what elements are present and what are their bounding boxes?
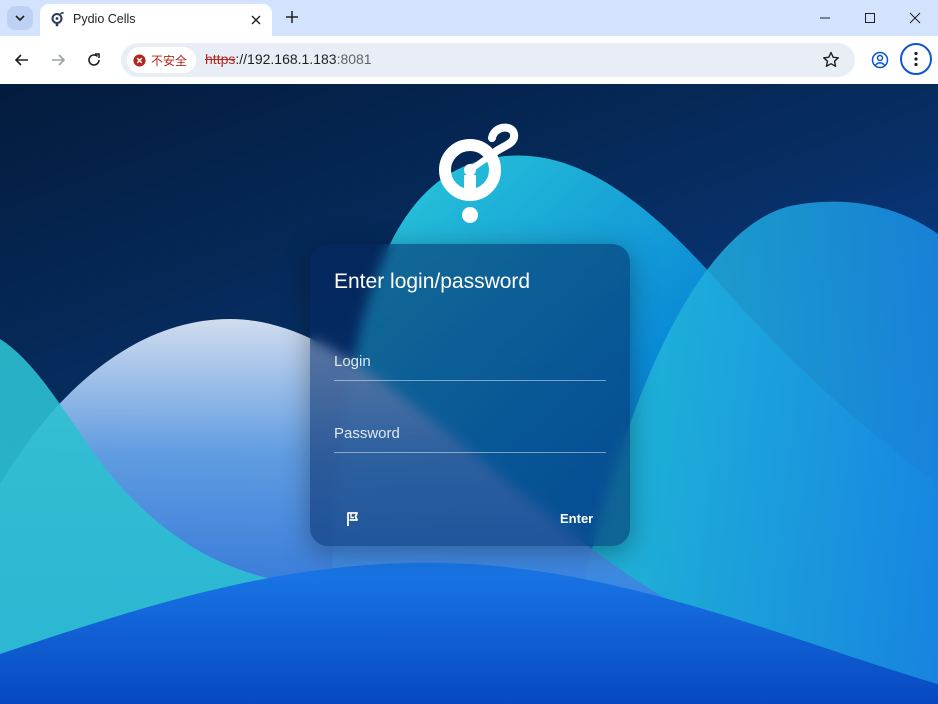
login-field [334, 342, 606, 382]
password-input[interactable] [334, 414, 606, 452]
reload-button[interactable] [82, 48, 106, 72]
language-button[interactable] [342, 508, 364, 530]
reload-icon [88, 53, 100, 66]
login-input[interactable] [334, 342, 606, 380]
arrow-left-icon [14, 54, 28, 66]
more-vertical-icon [914, 51, 918, 67]
login-underline [334, 380, 606, 381]
star-icon[interactable] [821, 50, 841, 70]
security-label: 不安全 [151, 53, 188, 68]
login-page: Enter login/password Enter [0, 84, 938, 704]
browser-tab[interactable]: Pydio Cells [40, 4, 272, 36]
close-window-button[interactable] [903, 6, 927, 30]
security-chip[interactable]: 不安全 [127, 47, 197, 73]
arrow-right-icon [52, 54, 66, 66]
warning-icon [133, 53, 146, 67]
login-title: Enter login/password [334, 270, 531, 293]
pydio-logo-icon [51, 12, 65, 27]
minimize-icon [820, 17, 830, 19]
chevron-down-icon [15, 15, 25, 22]
plus-icon[interactable] [283, 8, 301, 26]
maximize-button[interactable] [858, 6, 882, 30]
password-field [334, 414, 606, 454]
url-port: :8081 [336, 51, 372, 67]
browser-menu-button[interactable] [900, 43, 932, 75]
url-host: ://192.168.1.183 [235, 51, 337, 67]
flag-icon [347, 512, 358, 526]
password-underline [334, 452, 606, 453]
close-icon [909, 12, 921, 24]
tab-title: Pydio Cells [73, 12, 136, 26]
profile-button[interactable] [868, 48, 892, 72]
maximize-icon [865, 13, 875, 23]
pydio-logo-icon [439, 123, 519, 223]
tab-strip: Pydio Cells [0, 0, 938, 36]
address-bar[interactable]: 不安全 https://192.168.1.183:8081 [121, 43, 855, 77]
back-button[interactable] [10, 48, 34, 72]
minimize-button[interactable] [813, 6, 837, 30]
profile-icon [871, 51, 889, 69]
login-card: Enter login/password Enter [310, 244, 630, 546]
url-text[interactable]: https://192.168.1.183:8081 [205, 51, 372, 67]
enter-button[interactable]: Enter [560, 508, 593, 530]
browser-toolbar: 不安全 https://192.168.1.183:8081 [0, 36, 938, 84]
close-icon[interactable] [248, 12, 264, 28]
tab-search-button[interactable] [7, 6, 33, 30]
forward-button[interactable] [46, 48, 70, 72]
url-protocol: https [205, 51, 236, 67]
